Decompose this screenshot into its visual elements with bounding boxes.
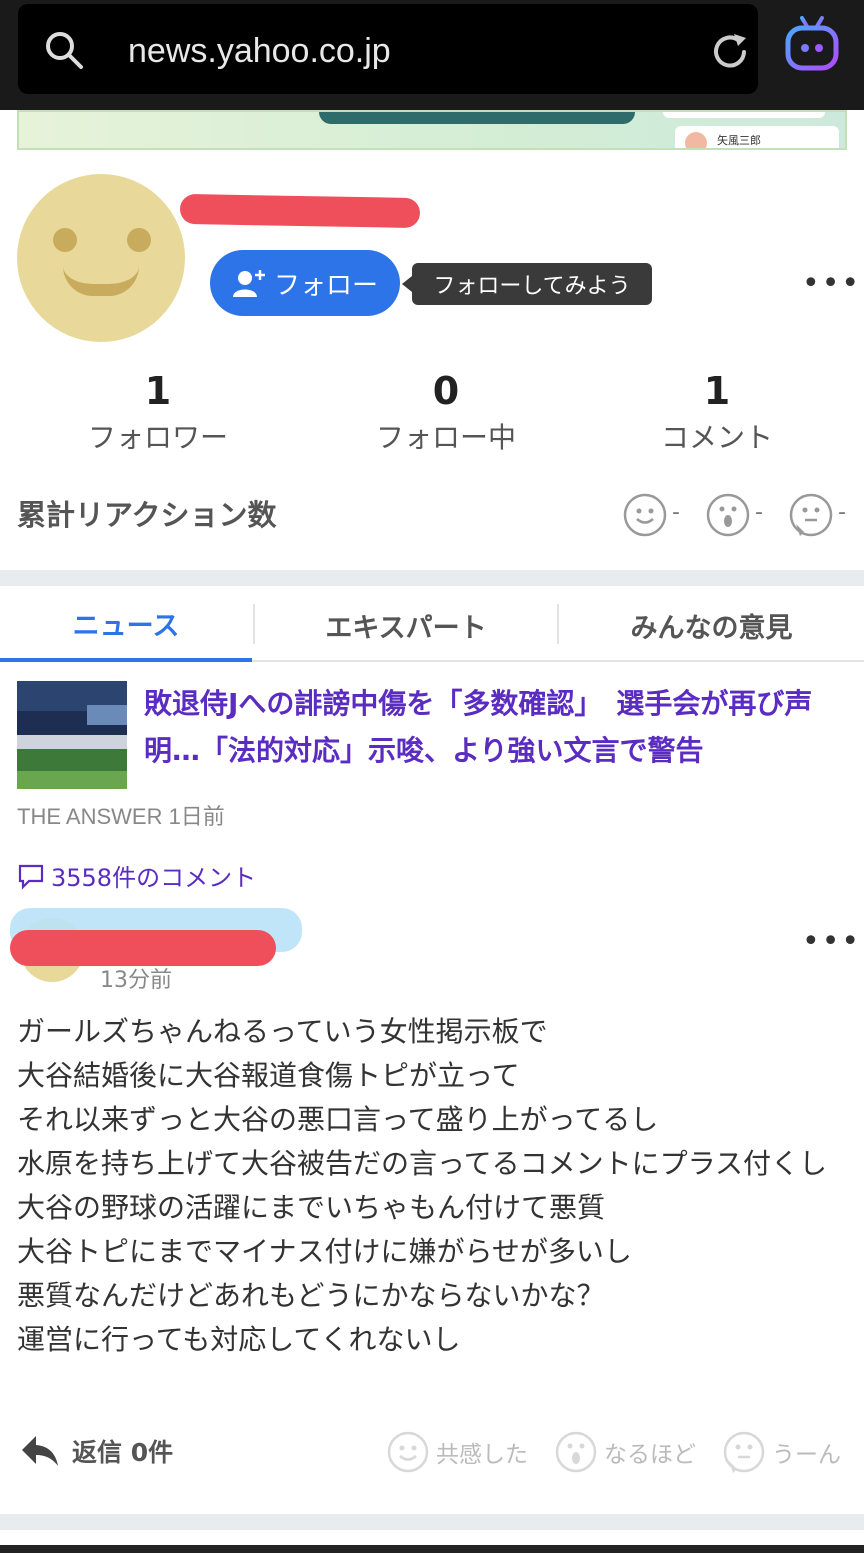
redacted-commenter-name [10,930,276,966]
reaction-count: - [755,500,763,525]
search-icon [46,32,83,69]
stat-following[interactable]: 0 フォロー中 [346,368,546,456]
comment-count: 3558件のコメント [51,864,257,892]
stat-number: 0 [432,369,460,413]
follow-button[interactable]: フォロー [210,250,400,316]
address-bar[interactable]: news.yahoo.co.jp [18,4,758,94]
reply-arrow-icon [22,1436,58,1466]
section-divider [0,570,864,586]
banner-avatar [685,132,707,148]
follow-tooltip: フォローしてみよう [402,263,652,305]
ad-banner[interactable]: 矢風三郎 [17,110,847,150]
reload-icon[interactable] [708,30,752,74]
surprise-icon [706,493,750,537]
browser-toolbar: news.yahoo.co.jp [0,0,864,110]
empathy-icon [387,1431,429,1473]
stat-number: 1 [703,369,731,413]
article-thumbnail[interactable] [17,681,127,789]
comments-link[interactable]: 3558件のコメント [17,858,256,893]
follow-label: フォロー [273,270,378,301]
comment-body: ガールズちゃんねるっていう女性掲示板で 大谷結婚後に大谷報道食傷トピが立って そ… [17,1015,828,1356]
reaction-total-title: 累計リアクション数 [17,498,277,532]
profile-avatar [17,174,185,342]
reaction-count: - [672,500,680,525]
reply-label: 返信 0件 [72,1438,174,1467]
empathy-icon [623,493,667,537]
article-source: THE ANSWER 1日前 [17,804,225,829]
empathy-label: 共感した [436,1442,528,1468]
thinking-icon [789,493,833,537]
comment-more-icon[interactable]: ••• [802,924,861,959]
assistant-icon[interactable] [782,14,842,78]
understand-label: なるほど [604,1442,696,1468]
reaction-count: - [838,500,846,525]
section-divider [0,1514,864,1530]
bottom-edge [0,1545,864,1553]
tab-opinions[interactable]: みんなの意見 [559,588,864,662]
stat-followers[interactable]: 1 フォロワー [58,368,258,456]
url-text: news.yahoo.co.jp [128,32,391,70]
banner-name: 矢風三郎 [717,134,761,147]
hmm-label: うーん [772,1442,841,1468]
banner-button [319,112,635,124]
stat-label: フォロワー [87,421,228,454]
more-options-icon[interactable]: ••• [802,266,861,301]
tab-expert[interactable]: エキスパート [255,588,557,662]
understand-button[interactable]: なるほど [554,1430,696,1474]
comment-icon [18,864,44,890]
banner-card [663,112,825,118]
stat-label: フォロー中 [375,421,516,454]
stat-label: コメント [660,421,773,454]
stat-number: 1 [144,369,172,413]
article-headline[interactable]: 敗退侍Jへの誹謗中傷を「多数確認」 選手会が再び声明…「法的対応」示唆、より強い… [144,680,844,774]
comment-time: 13分前 [100,968,172,993]
empathy-button[interactable]: 共感した [386,1430,528,1474]
tab-bar: ニュース エキスパート みんなの意見 [0,588,864,662]
tab-news[interactable]: ニュース [0,588,252,662]
redacted-username [179,193,421,229]
add-person-icon [232,270,265,297]
thinking-icon [723,1431,765,1473]
hmm-button[interactable]: うーん [722,1430,841,1474]
reply-button[interactable]: 返信 0件 [20,1433,173,1469]
surprise-icon [555,1431,597,1473]
stat-comments[interactable]: 1 コメント [617,368,817,456]
